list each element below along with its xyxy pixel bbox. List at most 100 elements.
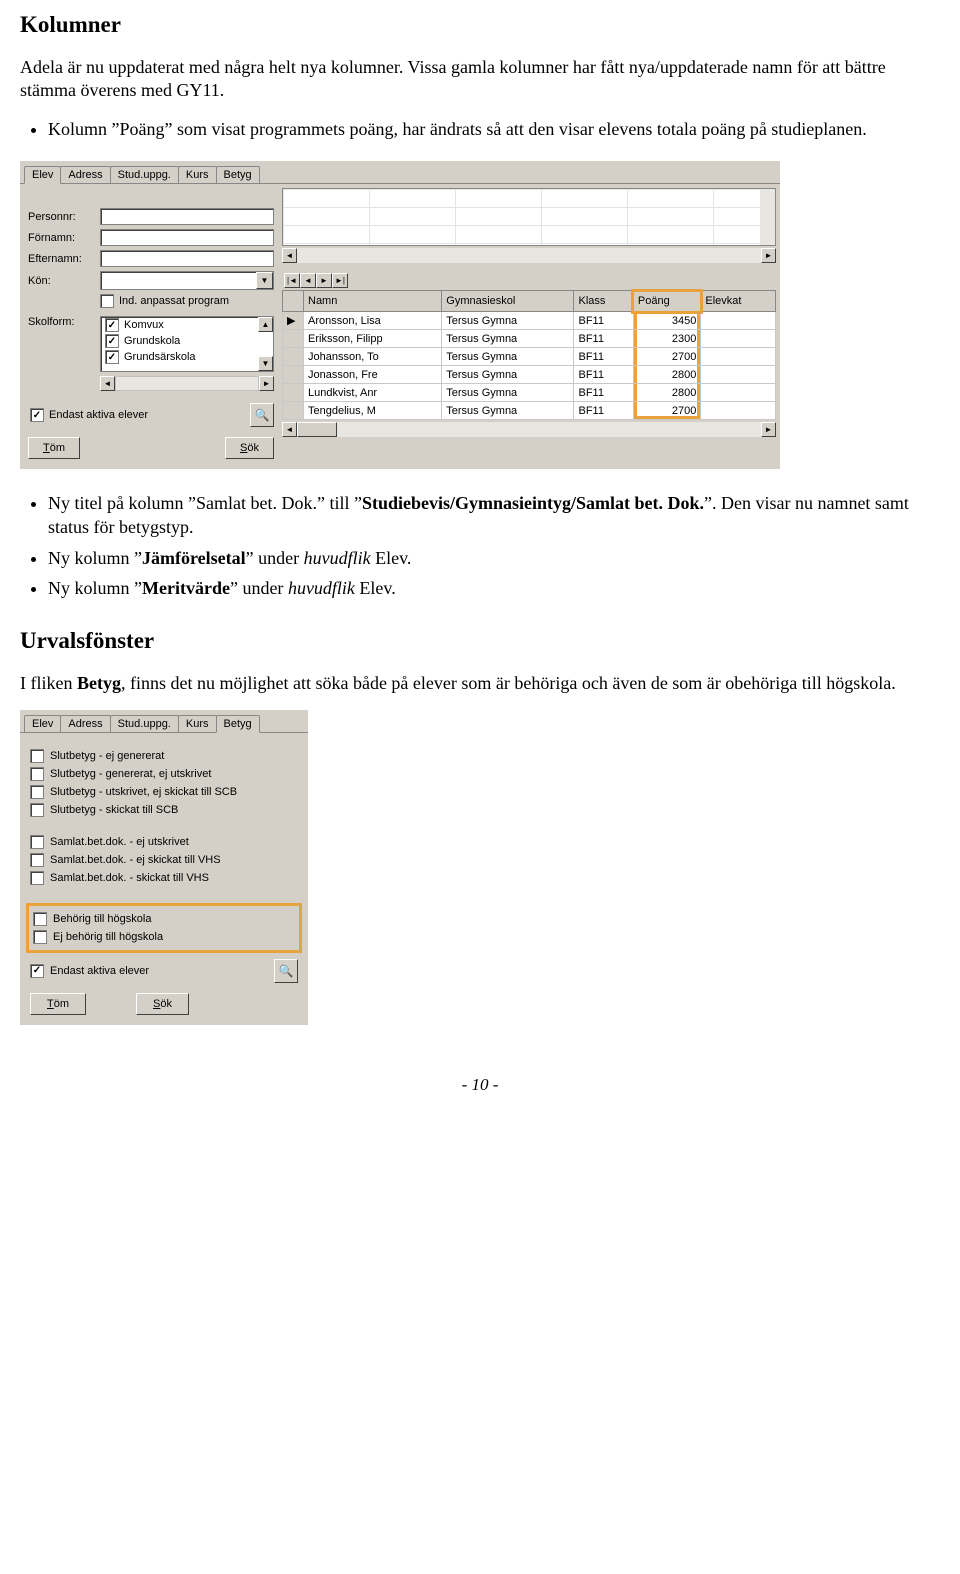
nav-next-icon[interactable]: ► (316, 273, 332, 288)
scroll-down-icon[interactable]: ▼ (258, 356, 273, 371)
label-behorig: Behörig till högskola (53, 913, 151, 925)
row-marker (283, 366, 304, 384)
nav-first-icon[interactable]: |◄ (284, 273, 300, 288)
tom-button[interactable]: Töm (30, 993, 86, 1015)
heading-urvalsfonster: Urvalsfönster (20, 628, 940, 654)
skolform-item-1: Grundskola (124, 335, 180, 347)
cell-namn: Johansson, To (304, 348, 442, 366)
tab-elev[interactable]: Elev (24, 715, 61, 732)
tab-studuppg[interactable]: Stud.uppg. (110, 715, 179, 732)
input-efternamn[interactable] (100, 250, 274, 267)
nav-prev-icon[interactable]: ◄ (300, 273, 316, 288)
scroll-track[interactable] (115, 376, 259, 391)
checkbox[interactable] (30, 853, 44, 867)
scroll-track[interactable] (297, 248, 761, 263)
label-personnr: Personnr: (28, 211, 100, 223)
sok-button[interactable]: Sök (225, 437, 274, 459)
label-endast-aktiva: Endast aktiva elever (50, 965, 149, 977)
cell-klass: BF11 (574, 330, 633, 348)
nav-last-icon[interactable]: ►| (332, 273, 348, 288)
scroll-right-icon[interactable]: ► (761, 248, 776, 263)
scroll-thumb[interactable] (297, 422, 337, 437)
table-panel: ◄ ► |◄ ◄ ► ►| Namn Gymnasieskol Klass Po (282, 184, 780, 469)
screenshot-form-table: Elev Adress Stud.uppg. Kurs Betyg Person… (20, 161, 780, 469)
checkbox-endast-aktiva[interactable]: ✓ (30, 408, 44, 422)
tab-adress[interactable]: Adress (60, 715, 110, 732)
checkbox-ind-anpassat[interactable] (100, 294, 114, 308)
checkbox[interactable] (30, 871, 44, 885)
form-panel: Personnr: Förnamn: Efternamn: Kön: ▼ Ind… (20, 184, 282, 469)
bullet-jamforelsetal: Ny kolumn ”Jämförelsetal” under huvudfli… (48, 546, 940, 570)
screenshot-filter-panel: Elev Adress Stud.uppg. Kurs Betyg Slutbe… (20, 710, 308, 1025)
heading-kolumner: Kolumner (20, 12, 940, 38)
chk-label: Slutbetyg - skickat till SCB (50, 804, 178, 816)
checkbox[interactable] (30, 749, 44, 763)
checkbox-grundsarskola[interactable]: ✓ (105, 350, 119, 364)
label-efternamn: Efternamn: (28, 253, 100, 265)
chk-row: Slutbetyg - skickat till SCB (30, 803, 298, 817)
bullet-meritvarde: Ny kolumn ”Meritvärde” under huvudflik E… (48, 576, 940, 600)
cell-elevkat (701, 384, 776, 402)
col-klass[interactable]: Klass (574, 291, 633, 312)
cell-gymnasieskola: Tersus Gymna (442, 348, 574, 366)
scroll-track[interactable] (337, 422, 761, 437)
tab-kurs[interactable]: Kurs (178, 715, 217, 732)
tom-button[interactable]: Töm (28, 437, 80, 459)
table-row[interactable]: Tengdelius, MTersus GymnaBF112700 (283, 402, 776, 420)
col-poang[interactable]: Poäng (633, 291, 701, 312)
checkbox-komvux[interactable]: ✓ (105, 318, 119, 332)
magnifier-icon[interactable]: 🔍 (274, 959, 298, 983)
nav-buttons: |◄ ◄ ► ►| (284, 273, 780, 288)
checkbox-behorig[interactable] (33, 912, 47, 926)
chk-row: Samlat.bet.dok. - skickat till VHS (30, 871, 298, 885)
chk-label: Slutbetyg - genererat, ej utskrivet (50, 768, 211, 780)
table-row[interactable]: Eriksson, FilippTersus GymnaBF112300 (283, 330, 776, 348)
cell-poang: 2800 (633, 366, 701, 384)
label-fornamn: Förnamn: (28, 232, 100, 244)
scroll-up-icon[interactable]: ▲ (258, 317, 273, 332)
checkbox[interactable] (30, 803, 44, 817)
scroll-left-icon[interactable]: ◄ (100, 376, 115, 391)
checkbox[interactable] (30, 767, 44, 781)
cell-elevkat (701, 348, 776, 366)
input-fornamn[interactable] (100, 229, 274, 246)
row-marker (283, 384, 304, 402)
checkbox[interactable] (30, 835, 44, 849)
checkbox[interactable] (30, 785, 44, 799)
chk-row: Samlat.bet.dok. - ej skickat till VHS (30, 853, 298, 867)
scroll-left-icon[interactable]: ◄ (282, 422, 297, 437)
tab-betyg[interactable]: Betyg (216, 715, 260, 733)
input-personnr[interactable] (100, 208, 274, 225)
cell-gymnasieskola: Tersus Gymna (442, 366, 574, 384)
checkbox-endast-aktiva[interactable]: ✓ (30, 964, 44, 978)
col-namn[interactable]: Namn (304, 291, 442, 312)
scroll-left-icon[interactable]: ◄ (282, 248, 297, 263)
combo-kon[interactable]: ▼ (100, 271, 274, 290)
magnifier-icon[interactable]: 🔍 (250, 403, 274, 427)
tab-elev[interactable]: Elev (24, 166, 61, 184)
table-row[interactable]: ▶Aronsson, LisaTersus GymnaBF113450 (283, 312, 776, 330)
cell-elevkat (701, 402, 776, 420)
row-marker (283, 348, 304, 366)
listbox-skolform[interactable]: ✓Komvux ✓Grundskola ✓Grundsärskola ▲ ▼ (100, 316, 274, 372)
col-elevkat[interactable]: Elevkat (701, 291, 776, 312)
tab-betyg[interactable]: Betyg (216, 166, 260, 183)
chk-row: Slutbetyg - ej genererat (30, 749, 298, 763)
cell-namn: Tengdelius, M (304, 402, 442, 420)
table-row[interactable]: Jonasson, FreTersus GymnaBF112800 (283, 366, 776, 384)
scroll-right-icon[interactable]: ► (761, 422, 776, 437)
chk-label: Slutbetyg - utskrivet, ej skickat till S… (50, 786, 237, 798)
tab-kurs[interactable]: Kurs (178, 166, 217, 183)
skolform-item-2: Grundsärskola (124, 351, 196, 363)
checkbox-grundskola[interactable]: ✓ (105, 334, 119, 348)
table-row[interactable]: Johansson, ToTersus GymnaBF112700 (283, 348, 776, 366)
checkbox-ej-behorig[interactable] (33, 930, 47, 944)
col-gymnasieskola[interactable]: Gymnasieskol (442, 291, 574, 312)
table-row[interactable]: Lundkvist, AnrTersus GymnaBF112800 (283, 384, 776, 402)
tab-adress[interactable]: Adress (60, 166, 110, 183)
tab-studuppg[interactable]: Stud.uppg. (110, 166, 179, 183)
scroll-right-icon[interactable]: ► (259, 376, 274, 391)
sok-button[interactable]: Sök (136, 993, 189, 1015)
highlighted-options: Behörig till högskola Ej behörig till hö… (26, 903, 302, 953)
vscroll-icon[interactable] (760, 189, 775, 245)
